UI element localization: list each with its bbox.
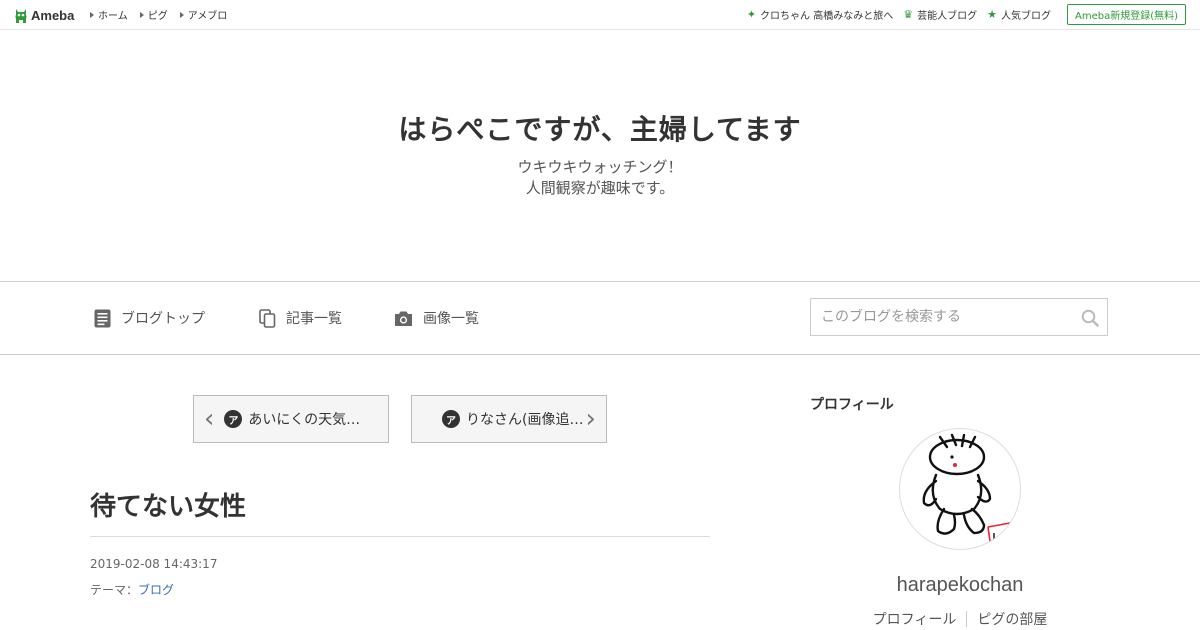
header-right-links: ✦ クロちゃん 高橋みなみと旅へ ♛ 芸能人ブログ ★ 人気ブログ Ameba新規登録… (737, 0, 1186, 29)
global-nav-label: ピグ (147, 11, 168, 22)
nav-image-list-label: 画像一覧 (423, 311, 479, 327)
profile-name[interactable]: harapekochan (810, 574, 1110, 597)
theme-label: テーマ： (90, 583, 139, 597)
celebrity-blog-link[interactable]: ♛ 芸能人ブログ (903, 7, 977, 22)
nav-article-list[interactable]: 記事一覧 (259, 282, 342, 354)
global-nav-pigg[interactable]: ピグ (139, 7, 168, 22)
promo-link[interactable]: ✦ クロちゃん 高橋みなみと旅へ (747, 7, 893, 22)
divider (90, 536, 710, 537)
global-nav-home[interactable]: ホーム (90, 7, 128, 22)
crown-icon: ♛ (903, 8, 914, 21)
global-nav: ホーム ピグ アメブロ (90, 0, 239, 29)
prev-article-button[interactable]: ‹ ア あいにくの天気… (193, 395, 389, 443)
nav-blog-top[interactable]: ブログトップ (94, 282, 205, 354)
article-theme: テーマ：ブログ (90, 581, 174, 598)
global-nav-label: アメブロ (187, 11, 228, 22)
theme-link[interactable]: ブログ (138, 583, 174, 597)
ameba-badge-icon: ア (224, 410, 243, 428)
caret-right-icon (90, 11, 94, 18)
ameba-logo[interactable]: Ameba (14, 6, 74, 24)
avatar-drawing (922, 433, 1011, 542)
next-article-title: りなさん(画像追… (466, 412, 584, 428)
global-header: Ameba ホーム ピグ アメブロ ✦ クロちゃん 高橋みなみと旅へ ♛ 芸能人ブロ… (0, 0, 1200, 30)
article-timestamp: 2019-02-08 14:43:17 (90, 557, 218, 571)
caret-right-icon (179, 11, 184, 18)
blog-search-input[interactable] (811, 299, 1091, 335)
profile-links: プロフィール ピグの部屋 (810, 609, 1110, 629)
nav-image-list[interactable]: 画像一覧 (394, 282, 479, 354)
document-icon (94, 309, 111, 327)
blog-nav-bar: ブログトップ 記事一覧 画像一覧 (0, 281, 1200, 355)
ameba-mascot-icon (15, 8, 27, 23)
nav-article-list-label: 記事一覧 (286, 311, 342, 327)
celebrity-blog-label: 芸能人ブログ (917, 11, 978, 22)
next-article-button[interactable]: ア りなさん(画像追… › (411, 395, 607, 443)
blog-search (810, 298, 1108, 336)
signup-button[interactable]: Ameba新規登録(無料) (1066, 4, 1186, 25)
blog-description-line: ウキウキウォッチング！ (517, 158, 683, 176)
popular-blog-link[interactable]: ★ 人気ブログ (987, 7, 1051, 22)
logo-text: Ameba (31, 7, 75, 23)
nav-blog-top-label: ブログトップ (121, 311, 205, 327)
profile-link[interactable]: プロフィール (863, 609, 967, 629)
global-nav-label: ホーム (98, 11, 128, 22)
copy-icon (259, 308, 276, 328)
chevron-right-icon: › (585, 404, 596, 434)
blog-description-line: 人間観察が趣味です。 (525, 179, 675, 197)
global-nav-ameblo[interactable]: アメブロ (179, 7, 228, 22)
chevron-left-icon: ‹ (204, 404, 215, 434)
popular-blog-label: 人気ブログ (1000, 11, 1051, 22)
blog-title[interactable]: はらぺこですが、主婦してます (0, 108, 1200, 148)
caret-right-icon (139, 11, 144, 18)
article-title[interactable]: 待てない女性 (90, 486, 246, 523)
promo-link-label: クロちゃん 高橋みなみと旅へ (760, 11, 894, 22)
pigg-room-link[interactable]: ピグの部屋 (967, 609, 1057, 629)
sparkle-icon: ✦ (746, 8, 757, 21)
avatar[interactable] (899, 428, 1021, 550)
profile-heading: プロフィール (810, 397, 894, 413)
star-icon: ★ (987, 8, 997, 21)
search-icon[interactable] (1081, 309, 1099, 327)
ameba-badge-icon: ア (442, 410, 460, 428)
prev-article-title: あいにくの天気… (248, 412, 361, 428)
camera-icon (395, 311, 412, 326)
blog-description: ウキウキウォッチング！ 人間観察が趣味です。 (0, 157, 1200, 199)
